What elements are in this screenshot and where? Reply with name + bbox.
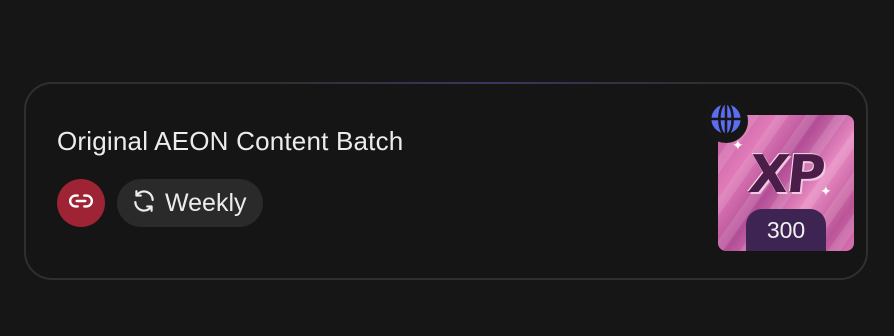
frequency-label: Weekly bbox=[165, 188, 247, 217]
quest-card[interactable]: Original AEON Content Batch Weekly ✦ ✦ X… bbox=[24, 82, 868, 280]
globe-badge bbox=[704, 99, 748, 143]
card-top-highlight bbox=[276, 82, 706, 84]
quest-title: Original AEON Content Batch bbox=[57, 126, 404, 156]
refresh-icon bbox=[131, 188, 157, 219]
frequency-badge: Weekly bbox=[117, 179, 263, 227]
xp-amount-box: 300 bbox=[746, 209, 826, 251]
xp-badge-text: XP bbox=[745, 145, 827, 205]
xp-amount: 300 bbox=[766, 216, 806, 243]
link-button[interactable] bbox=[57, 179, 105, 227]
link-icon bbox=[68, 188, 94, 219]
globe-icon bbox=[707, 100, 745, 143]
